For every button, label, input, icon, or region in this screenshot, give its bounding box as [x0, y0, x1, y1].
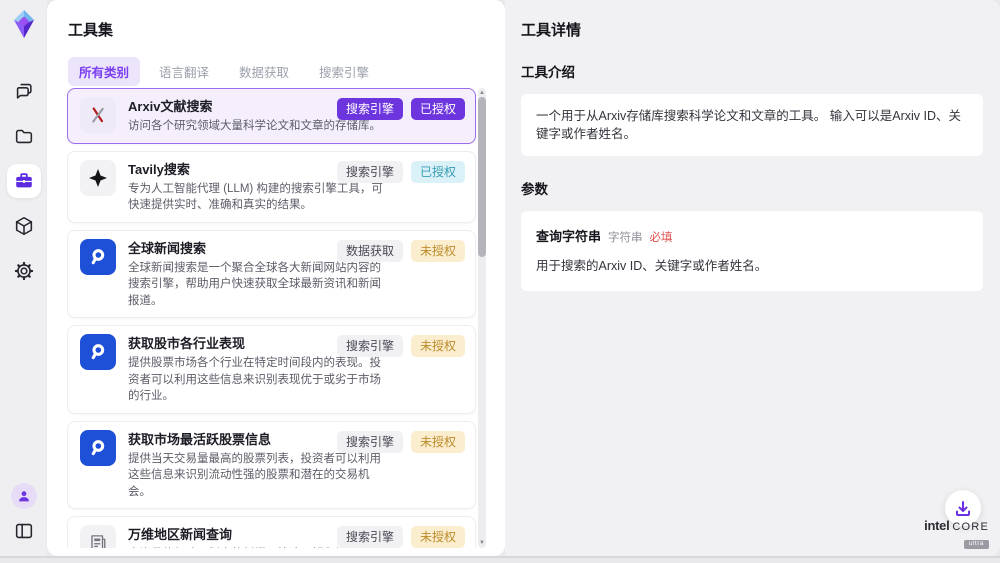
- intel-core-ultra-logo: intel CORE ultra: [924, 519, 989, 549]
- sidebar-nav: [7, 74, 41, 288]
- sidebar: [0, 0, 47, 556]
- tool-detail-panel: 工具详情 工具介绍 一个用于从Arxiv存储库搜索科学论文和文章的工具。 输入可…: [505, 0, 1000, 556]
- core-logo-text: CORE: [952, 522, 989, 533]
- sidebar-bottom: [0, 483, 47, 544]
- tool-list-panel: 工具集 所有类别语言翻译数据获取搜索引擎 Arxiv文献搜索 访问各个研究领域大…: [47, 0, 505, 556]
- tool-intro-card: 一个用于从Arxiv存储库搜索科学论文和文章的工具。 输入可以是Arxiv ID…: [521, 94, 983, 156]
- auth-status-badge: 未授权: [411, 431, 465, 453]
- sidebar-item-chat[interactable]: [7, 74, 41, 108]
- sidebar-item-folder[interactable]: [7, 119, 41, 153]
- sparkle-icon: [86, 166, 110, 190]
- parameter-name: 查询字符串: [536, 229, 601, 244]
- category-badge: 数据获取: [337, 240, 403, 262]
- auth-status-badge: 未授权: [411, 335, 465, 357]
- side-panel-icon: [13, 520, 35, 542]
- category-badge: 搜索引擎: [337, 335, 403, 357]
- tool-tile: [80, 97, 116, 133]
- news-icon: [86, 245, 110, 269]
- tool-description: 提供股票市场各个行业在特定时间段内的表现。投资者可以利用这些信息来识别表现优于或…: [128, 355, 390, 405]
- tool-tile: [80, 160, 116, 196]
- category-tabs: 所有类别语言翻译数据获取搜索引擎: [68, 57, 380, 86]
- tool-description: 访问各个研究领域大量科学论文和文章的存储库。: [128, 118, 390, 135]
- sidebar-item-toolbox[interactable]: [7, 164, 41, 198]
- newspaper-icon: [86, 531, 110, 548]
- parameter-card: 查询字符串字符串必填 用于搜索的Arxiv ID、关键字或作者姓名。: [521, 211, 983, 291]
- cube-icon: [13, 215, 35, 237]
- auth-status-badge: 已授权: [411, 161, 465, 183]
- tool-intro-text: 一个用于从Arxiv存储库搜索科学论文和文章的工具。 输入可以是Arxiv ID…: [536, 107, 968, 143]
- folder-icon: [13, 125, 35, 147]
- scrollbar-up-arrow-icon[interactable]: ▲: [478, 89, 486, 97]
- ultra-badge: ultra: [964, 540, 989, 550]
- tool-card-list: Arxiv文献搜索 访问各个研究领域大量科学论文和文章的存储库。 搜索引擎 已授…: [67, 88, 476, 548]
- sidebar-item-user-avatar[interactable]: [11, 483, 37, 509]
- tab-所有类别[interactable]: 所有类别: [68, 57, 140, 86]
- chat-icon: [13, 80, 35, 102]
- tab-语言翻译[interactable]: 语言翻译: [148, 57, 220, 86]
- tool-description: 专为人工智能代理 (LLM) 构建的搜索引擎工具，可快速提供实时、准确和真实的结…: [128, 181, 390, 214]
- scrollbar-down-arrow-icon[interactable]: ▼: [478, 539, 486, 547]
- app-window: 工具集 所有类别语言翻译数据获取搜索引擎 Arxiv文献搜索 访问各个研究领域大…: [0, 0, 1000, 556]
- tool-card[interactable]: Arxiv文献搜索 访问各个研究领域大量科学论文和文章的存储库。 搜索引擎 已授…: [67, 88, 476, 144]
- download-icon: [953, 498, 973, 518]
- tool-tile: [80, 525, 116, 548]
- intro-heading: 工具介绍: [521, 61, 983, 81]
- arxiv-icon: [85, 102, 111, 128]
- settings-gear-icon: [13, 260, 35, 282]
- sidebar-item-settings-gear[interactable]: [7, 254, 41, 288]
- auth-status-badge: 未授权: [411, 240, 465, 262]
- tool-card[interactable]: 全球新闻搜索 全球新闻搜索是一个聚合全球各大新闻网站内容的搜索引擎，帮助用户快速…: [67, 230, 476, 319]
- tool-description: 全球新闻搜索是一个聚合全球各大新闻网站内容的搜索引擎，帮助用户快速获取全球最新资…: [128, 260, 390, 310]
- intel-logo-text: intel: [924, 519, 949, 532]
- tool-card[interactable]: Tavily搜索 专为人工智能代理 (LLM) 构建的搜索引擎工具，可快速提供实…: [67, 151, 476, 223]
- tool-card[interactable]: 获取市场最活跃股票信息 提供当天交易量最高的股票列表，投资者可以利用这些信息来识…: [67, 421, 476, 510]
- category-badge: 搜索引擎: [337, 161, 403, 183]
- tool-tile: [80, 430, 116, 466]
- news-icon: [86, 436, 110, 460]
- tool-card[interactable]: 获取股市各行业表现 提供股票市场各个行业在特定时间段内的表现。投资者可以利用这些…: [67, 325, 476, 414]
- page-title: 工具集: [68, 19, 113, 40]
- list-scrollbar[interactable]: ▲ ▼: [478, 88, 486, 548]
- parameter-description: 用于搜索的Arxiv ID、关键字或作者姓名。: [536, 255, 968, 274]
- tab-搜索引擎[interactable]: 搜索引擎: [308, 57, 380, 86]
- toolbox-icon: [13, 170, 35, 192]
- user-avatar-icon: [16, 488, 32, 504]
- parameter-type: 字符串: [608, 232, 643, 244]
- tab-数据获取[interactable]: 数据获取: [228, 57, 300, 86]
- category-badge: 搜索引擎: [337, 98, 403, 120]
- category-badge: 搜索引擎: [337, 526, 403, 548]
- category-badge: 搜索引擎: [337, 431, 403, 453]
- tool-card[interactable]: 万维地区新闻查询 查询具体行政区划内的新闻，快速了解各地新闻动 搜索引擎 未授权: [67, 516, 476, 548]
- auth-status-badge: 已授权: [411, 98, 465, 120]
- sidebar-item-cube[interactable]: [7, 209, 41, 243]
- parameter-header: 查询字符串字符串必填: [536, 226, 968, 246]
- tool-tile: [80, 239, 116, 275]
- params-heading: 参数: [521, 178, 983, 198]
- app-logo-icon: [10, 8, 38, 40]
- auth-status-badge: 未授权: [411, 526, 465, 548]
- parameter-required-badge: 必填: [650, 232, 673, 244]
- news-icon: [86, 340, 110, 364]
- tool-description: 提供当天交易量最高的股票列表，投资者可以利用这些信息来识别流动性强的股票和潜在的…: [128, 451, 390, 501]
- tool-tile: [80, 334, 116, 370]
- scrollbar-thumb[interactable]: [478, 97, 486, 257]
- detail-title: 工具详情: [521, 19, 983, 40]
- sidebar-item-side-panel[interactable]: [9, 518, 39, 544]
